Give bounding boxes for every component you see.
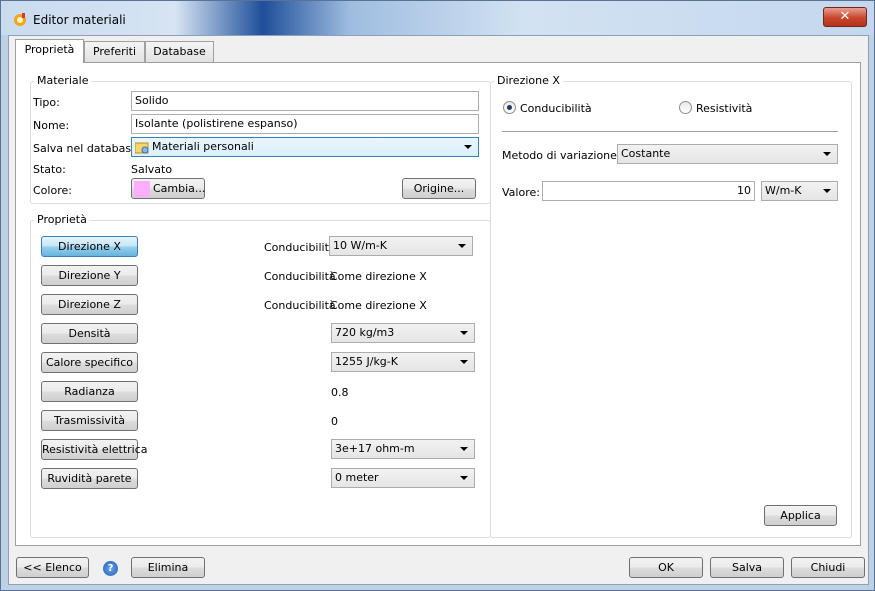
title-bar: Editor materiali ✕: [1, 1, 874, 35]
divider: [502, 131, 838, 132]
metodo-variazione-value: Costante: [621, 147, 671, 160]
materiale-group-label: Materiale: [34, 74, 92, 87]
applica-button[interactable]: Applica: [764, 505, 837, 526]
metodo-variazione-dropdown[interactable]: Costante: [617, 144, 838, 164]
conducibilita-radio-label: Conducibilità: [520, 102, 592, 115]
colore-label: Colore:: [33, 184, 72, 197]
dialog-client: Proprietà Preferiti Database Materiale T…: [8, 35, 869, 585]
calore-specifico-button[interactable]: Calore specifico: [41, 352, 138, 373]
resistivita-elettrica-dropdown[interactable]: 3e+17 ohm-m: [331, 439, 475, 459]
origine-button[interactable]: Origine...: [402, 178, 476, 199]
valore-label: Valore:: [502, 186, 540, 199]
ok-button[interactable]: OK: [629, 557, 703, 578]
chiudi-button[interactable]: Chiudi: [791, 557, 865, 578]
database-folder-icon: [135, 142, 149, 153]
valore-input[interactable]: 10: [542, 181, 755, 201]
densita-dropdown[interactable]: 720 kg/m3: [331, 323, 475, 343]
elimina-button[interactable]: Elimina: [131, 557, 205, 578]
trasmissivita-button[interactable]: Trasmissività: [41, 410, 138, 431]
help-icon[interactable]: ?: [103, 561, 118, 576]
resistivita-radio-label: Resistività: [696, 102, 753, 115]
metodo-variazione-label: Metodo di variazione:: [502, 149, 621, 162]
salva-database-value: Materiali personali: [152, 140, 254, 153]
ruvidita-parete-dropdown[interactable]: 0 meter: [331, 468, 475, 488]
cambia-color-button[interactable]: Cambia...: [131, 178, 205, 199]
proprieta-group-label: Proprietà: [34, 213, 90, 226]
densita-button[interactable]: Densità: [41, 323, 138, 344]
tipo-field[interactable]: Solido: [131, 91, 479, 111]
resistivita-elettrica-button[interactable]: Resistività elettrica: [41, 439, 148, 460]
nome-label: Nome:: [33, 119, 70, 132]
conducibilita-x-value: 10 W/m-K: [333, 239, 387, 252]
window-title: Editor materiali: [33, 13, 126, 27]
cambia-label: Cambia...: [153, 182, 206, 195]
direzione-y-button[interactable]: Direzione Y: [41, 265, 138, 286]
conducibilita-y-value: Come direzione X: [330, 270, 427, 283]
stato-label: Stato:: [33, 163, 66, 176]
conducibilita-radio[interactable]: [503, 101, 516, 114]
tipo-label: Tipo:: [33, 96, 60, 109]
calore-specifico-value: 1255 J/kg-K: [335, 355, 398, 368]
chevron-down-icon: [458, 244, 466, 248]
valore-unit-value: W/m-K: [765, 184, 802, 197]
chevron-down-icon: [460, 476, 468, 480]
valore-unit-dropdown[interactable]: W/m-K: [761, 181, 838, 201]
conducibilita-z-value: Come direzione X: [330, 299, 427, 312]
direzione-x-button[interactable]: Direzione X: [41, 236, 138, 257]
tab-proprieta[interactable]: Proprietà: [15, 39, 84, 63]
chevron-down-icon: [460, 447, 468, 451]
nome-field[interactable]: Isolante (polistirene espanso): [131, 114, 479, 134]
radianza-button[interactable]: Radianza: [41, 381, 138, 402]
conducibilita-y-label: Conducibilità: [264, 270, 336, 283]
densita-value: 720 kg/m3: [335, 326, 395, 339]
direzione-z-button[interactable]: Direzione Z: [41, 294, 138, 315]
editor-window: Editor materiali ✕ Proprietà Preferiti D…: [0, 0, 875, 591]
ruvidita-parete-button[interactable]: Ruvidità parete: [41, 468, 138, 489]
salva-database-dropdown[interactable]: Materiali personali: [131, 137, 479, 157]
color-swatch: [134, 181, 150, 197]
chevron-down-icon: [460, 360, 468, 364]
chevron-down-icon: [823, 189, 831, 193]
conducibilita-x-dropdown[interactable]: 10 W/m-K: [329, 236, 473, 256]
elenco-button[interactable]: << Elenco: [16, 557, 89, 578]
ruvidita-parete-value: 0 meter: [335, 471, 379, 484]
resistivita-radio[interactable]: [679, 101, 692, 114]
salva-database-label: Salva nel database:: [33, 142, 142, 155]
app-icon: [14, 13, 26, 26]
trasmissivita-value: 0: [331, 415, 338, 428]
calore-specifico-dropdown[interactable]: 1255 J/kg-K: [331, 352, 475, 372]
resistivita-elettrica-value: 3e+17 ohm-m: [335, 442, 415, 455]
direzione-x-group-label: Direzione X: [494, 74, 563, 87]
chevron-down-icon: [464, 145, 472, 149]
stato-value: Salvato: [131, 163, 173, 176]
tab-database[interactable]: Database: [145, 41, 214, 62]
chevron-down-icon: [823, 152, 831, 156]
conducibilita-x-label: Conducibilità: [264, 241, 336, 254]
conducibilita-z-label: Conducibilità: [264, 299, 336, 312]
chevron-down-icon: [460, 331, 468, 335]
tab-preferiti[interactable]: Preferiti: [84, 41, 145, 62]
radianza-value: 0.8: [331, 386, 349, 399]
tab-pane-proprieta: Materiale Tipo: Solido Nome: Isolante (p…: [15, 62, 861, 546]
close-button[interactable]: ✕: [823, 7, 867, 27]
salva-button[interactable]: Salva: [710, 557, 784, 578]
